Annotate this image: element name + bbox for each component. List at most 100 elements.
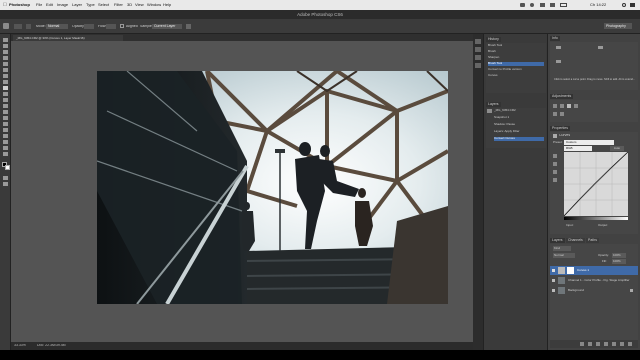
visibility-eye-icon[interactable]: [552, 269, 555, 272]
blur-tool-icon[interactable]: [3, 110, 8, 114]
clone-stamp-tool-icon[interactable]: [3, 86, 8, 90]
exposure-icon[interactable]: [574, 104, 578, 108]
opacity-field[interactable]: [84, 24, 94, 29]
layer-mask-thumbnail[interactable]: [567, 267, 574, 274]
zoom-tool-icon[interactable]: [3, 152, 8, 156]
layers-mini-tab[interactable]: Layers: [486, 102, 501, 107]
clock[interactable]: Ch 14:22: [590, 3, 606, 7]
eyedropper-tool-icon[interactable]: [3, 68, 8, 72]
menu-type[interactable]: Type: [86, 3, 95, 7]
layers-mini-item[interactable]: Layers: Apply Filter: [494, 130, 544, 134]
panel-icon[interactable]: [475, 55, 481, 60]
layers-mini-item[interactable]: _MG_9454.CR2: [494, 109, 544, 113]
brush-tool-icon[interactable]: [3, 80, 8, 84]
path-select-tool-icon[interactable]: [3, 134, 8, 138]
kind-filter-select[interactable]: Kind: [553, 246, 571, 251]
quick-select-tool-icon[interactable]: [3, 56, 8, 60]
menu-file[interactable]: File: [36, 3, 42, 7]
lasso-tool-icon[interactable]: [3, 50, 8, 54]
type-tool-icon[interactable]: [3, 128, 8, 132]
layer-style-icon[interactable]: [588, 342, 592, 346]
history-item[interactable]: Sharpen: [488, 56, 544, 60]
blend-mode-select[interactable]: Normal: [553, 253, 575, 258]
clone-stamp-icon[interactable]: [3, 23, 9, 29]
flow-field[interactable]: [106, 24, 116, 29]
menu-select[interactable]: Select: [98, 3, 109, 7]
history-brush-tool-icon[interactable]: [3, 92, 8, 96]
healing-brush-tool-icon[interactable]: [3, 74, 8, 78]
workspace-switcher[interactable]: Photography: [604, 23, 632, 29]
ignore-adjustment-icon[interactable]: [186, 24, 191, 29]
on-image-adjust-icon[interactable]: [553, 154, 557, 158]
volume-icon[interactable]: [550, 3, 555, 7]
brush-panel-toggle[interactable]: [26, 24, 31, 29]
channels-tab[interactable]: Channels: [566, 238, 585, 243]
layer-name[interactable]: Curves 1: [577, 269, 589, 272]
panel-icon[interactable]: [475, 47, 481, 52]
visibility-eye-icon[interactable]: [552, 279, 555, 282]
menu-filter[interactable]: Filter: [114, 3, 123, 7]
link-layers-icon[interactable]: [580, 342, 584, 346]
layers-mini-item[interactable]: Snapshot 1: [494, 116, 544, 120]
gradient-tool-icon[interactable]: [3, 104, 8, 108]
black-point-eyedropper-icon[interactable]: [553, 162, 557, 166]
menu-edit[interactable]: Edit: [46, 3, 53, 7]
quick-mask-icon[interactable]: [3, 176, 8, 180]
apple-icon[interactable]: : [3, 2, 7, 8]
brightness-icon[interactable]: [553, 104, 557, 108]
menu-layer[interactable]: Layer: [72, 3, 82, 7]
layer-row-selected[interactable]: Curves 1: [550, 266, 638, 275]
properties-tab[interactable]: Properties: [550, 126, 570, 131]
screen-mode-icon[interactable]: [3, 182, 8, 186]
color-balance-icon[interactable]: [560, 112, 564, 116]
new-adjustment-icon[interactable]: [604, 342, 608, 346]
layers-tab[interactable]: Layers: [550, 238, 565, 243]
move-tool-icon[interactable]: [3, 38, 8, 42]
search-icon[interactable]: [622, 3, 626, 7]
auto-button[interactable]: Auto: [610, 146, 624, 151]
white-point-eyedropper-icon[interactable]: [553, 178, 557, 182]
gray-point-eyedropper-icon[interactable]: [553, 170, 557, 174]
menu-3d[interactable]: 3D: [127, 3, 132, 7]
panel-icon[interactable]: [475, 39, 481, 44]
crop-tool-icon[interactable]: [3, 62, 8, 66]
levels-icon[interactable]: [560, 104, 564, 108]
trash-icon[interactable]: [628, 342, 632, 346]
shape-tool-icon[interactable]: [3, 140, 8, 144]
menu-window[interactable]: Window: [147, 3, 161, 7]
mode-select[interactable]: Normal: [46, 24, 68, 29]
layer-opacity-field[interactable]: 100%: [612, 253, 626, 258]
menu-help[interactable]: Help: [163, 3, 171, 7]
layer-name[interactable]: Channel 1 - Color Profile - Fig. Stage A…: [568, 279, 636, 282]
layer-name[interactable]: Background: [568, 289, 584, 292]
zoom-level[interactable]: 33.33%: [14, 344, 26, 348]
list-icon[interactable]: [630, 3, 635, 7]
brush-preset-picker[interactable]: [14, 24, 22, 29]
history-item[interactable]: Brush: [488, 50, 544, 54]
curves-graph[interactable]: [564, 152, 628, 216]
history-item[interactable]: Convert to Profile version: [488, 68, 544, 72]
marquee-tool-icon[interactable]: [3, 44, 8, 48]
status-icon[interactable]: [520, 3, 525, 7]
menu-app[interactable]: Photoshop: [9, 3, 30, 7]
pen-tool-icon[interactable]: [3, 122, 8, 126]
doc-info[interactable]: Doc: 22.3M/39.4M: [37, 344, 66, 348]
visibility-eye-icon[interactable]: [552, 289, 555, 292]
document-photo[interactable]: [97, 71, 448, 304]
sample-select[interactable]: Current Layer: [152, 24, 182, 29]
info-tab[interactable]: Info: [550, 36, 560, 41]
new-layer-icon[interactable]: [620, 342, 624, 346]
wifi-icon[interactable]: [540, 3, 545, 7]
panel-icon[interactable]: [475, 63, 481, 68]
folder-icon[interactable]: [612, 342, 616, 346]
history-item-selected[interactable]: Brush Tool: [488, 62, 544, 66]
layer-fill-field[interactable]: 100%: [612, 259, 626, 264]
aligned-checkbox[interactable]: [120, 24, 124, 28]
menu-image[interactable]: Image: [57, 3, 68, 7]
history-item[interactable]: Curves: [488, 74, 544, 78]
dodge-tool-icon[interactable]: [3, 116, 8, 120]
battery-icon[interactable]: [560, 3, 567, 7]
preset-select[interactable]: Custom: [564, 140, 614, 145]
adjustments-tab[interactable]: Adjustments: [550, 94, 574, 99]
hue-saturation-icon[interactable]: [553, 112, 557, 116]
